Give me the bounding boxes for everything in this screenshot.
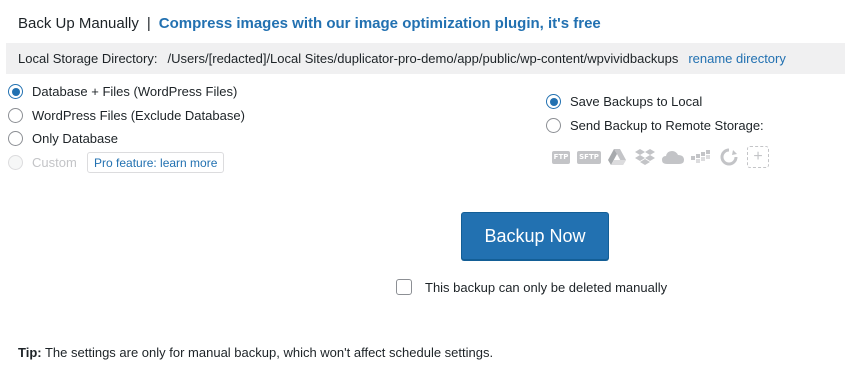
- local-storage-directory-bar: Local Storage Directory: /Users/[redacte…: [6, 43, 845, 74]
- remote-storage-icons: FTP SFTP +: [549, 146, 769, 168]
- radio-only-database[interactable]: [8, 131, 23, 146]
- option-label: Database + Files (WordPress Files): [32, 84, 238, 99]
- option-label: Send Backup to Remote Storage:: [570, 118, 764, 133]
- option-label: Custom: [32, 155, 77, 170]
- manual-delete-label: This backup can only be deleted manually: [425, 279, 668, 295]
- storage-label: Local Storage Directory:: [18, 51, 158, 66]
- option-wordpress-files[interactable]: WordPress Files (Exclude Database): [8, 108, 245, 123]
- backblaze-icon[interactable]: [717, 146, 741, 168]
- radio-custom: [8, 155, 23, 170]
- manual-delete-checkbox[interactable]: [396, 279, 412, 295]
- amazon-s3-icon[interactable]: [689, 146, 713, 168]
- image-optimization-promo-link[interactable]: Compress images with our image optimizat…: [159, 15, 601, 32]
- dropbox-icon[interactable]: [633, 146, 657, 168]
- pro-feature-link[interactable]: Pro feature: learn more: [87, 152, 225, 173]
- onedrive-icon[interactable]: [661, 146, 685, 168]
- ftp-icon[interactable]: FTP: [549, 146, 573, 168]
- tip-body: The settings are only for manual backup,…: [44, 345, 494, 360]
- option-send-remote[interactable]: Send Backup to Remote Storage:: [546, 118, 764, 133]
- radio-save-local[interactable]: [546, 94, 561, 109]
- option-label: Save Backups to Local: [570, 94, 703, 109]
- option-database-files[interactable]: Database + Files (WordPress Files): [8, 84, 237, 99]
- google-drive-icon[interactable]: [605, 146, 629, 168]
- storage-path: /Users/[redacted]/Local Sites/duplicator…: [167, 51, 679, 66]
- option-save-local[interactable]: Save Backups to Local: [546, 94, 702, 109]
- add-storage-icon[interactable]: +: [747, 146, 769, 168]
- tip-prefix: Tip:: [18, 345, 42, 360]
- option-only-database[interactable]: Only Database: [8, 131, 118, 146]
- page-header: Back Up Manually | Compress images with ou…: [18, 15, 601, 32]
- option-label: Only Database: [32, 131, 118, 146]
- rename-directory-link[interactable]: rename directory: [688, 51, 786, 66]
- option-custom: Custom: [8, 155, 77, 170]
- manual-delete-option[interactable]: This backup can only be deleted manually: [396, 279, 667, 295]
- option-label: WordPress Files (Exclude Database): [32, 108, 245, 123]
- page-title: Back Up Manually: [18, 15, 139, 32]
- header-separator: |: [146, 15, 151, 32]
- sftp-icon[interactable]: SFTP: [577, 146, 601, 168]
- radio-wordpress-files[interactable]: [8, 108, 23, 123]
- tip-text: Tip: The settings are only for manual ba…: [18, 345, 493, 360]
- backup-now-button[interactable]: Backup Now: [461, 212, 609, 260]
- radio-send-remote[interactable]: [546, 118, 561, 133]
- radio-database-files[interactable]: [8, 84, 23, 99]
